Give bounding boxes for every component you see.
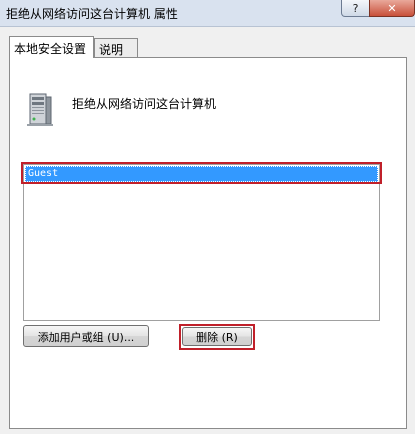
dialog-body: 本地安全设置 说明 拒绝从网络访问这台计算机 Guest 添加用户或组 (U).… [0,27,415,434]
tab-explain[interactable]: 说明 [94,38,138,58]
help-button[interactable]: ? [341,0,370,17]
window-title: 拒绝从网络访问这台计算机 属性 [6,7,178,21]
guest-highlight-box [21,162,382,184]
help-icon: ? [352,1,359,15]
server-computer-icon [27,93,53,126]
add-user-or-group-button[interactable]: 添加用户或组 (U)... [23,325,149,347]
policy-title: 拒绝从网络访问这台计算机 [72,97,217,111]
close-icon: ✕ [387,1,397,15]
title-bar: 拒绝从网络访问这台计算机 属性 ? ✕ [0,0,415,27]
accounts-list[interactable]: Guest [23,164,380,321]
tab-local-security-setting[interactable]: 本地安全设置 [9,36,94,58]
tab-panel: 拒绝从网络访问这台计算机 Guest 添加用户或组 (U)... 删除 (R) [9,57,407,429]
remove-highlight-box [179,324,255,350]
close-button[interactable]: ✕ [369,0,415,17]
